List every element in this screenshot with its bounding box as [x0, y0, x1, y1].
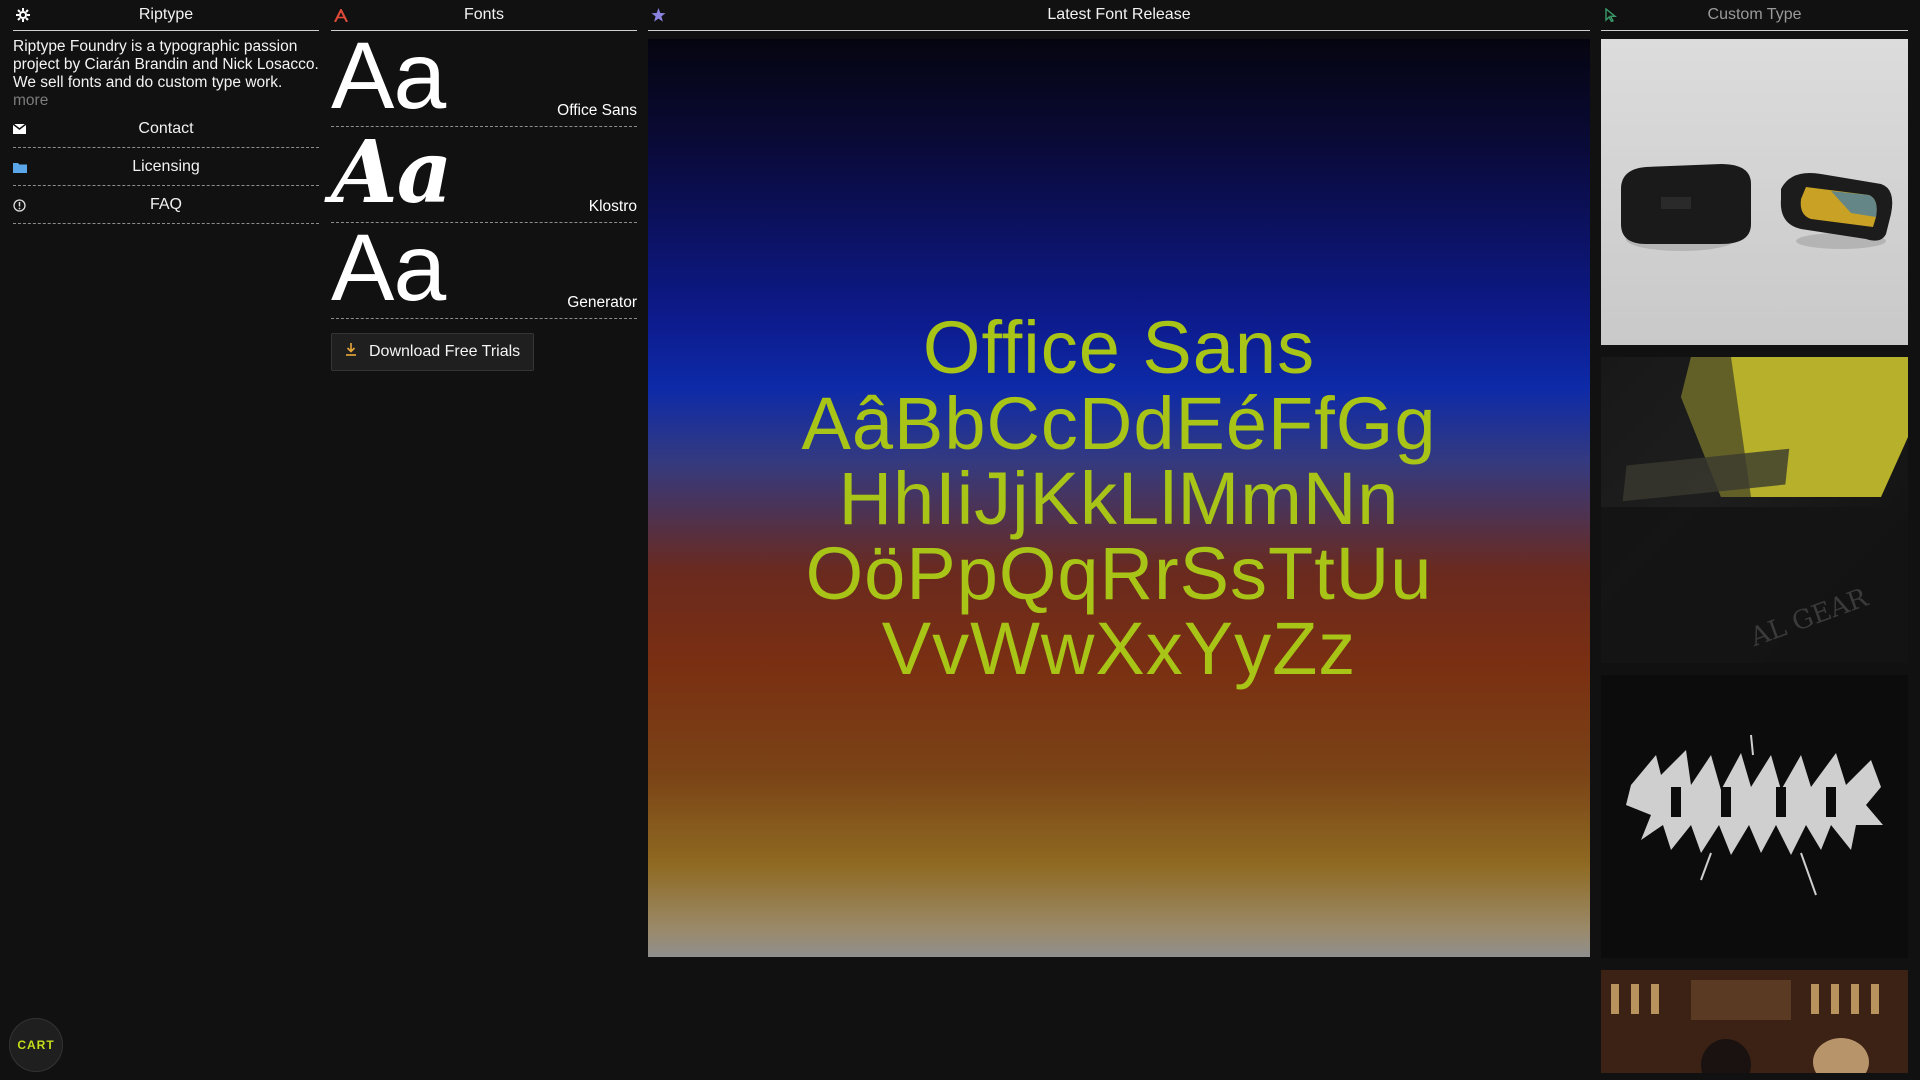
specimen-line: VvWwXxYyZz — [881, 607, 1357, 690]
nav-faq[interactable]: FAQ — [13, 186, 319, 224]
gear-icon — [15, 7, 31, 23]
font-name: Klostro — [588, 198, 637, 215]
custom-work-label-image[interactable]: AL GEAR — [1601, 357, 1908, 663]
mail-icon — [13, 123, 27, 135]
download-label: Download Free Trials — [369, 343, 521, 360]
folder-icon — [13, 161, 27, 173]
venue-photo-illustration — [1601, 970, 1908, 1073]
custom-work-logo-image[interactable] — [1601, 675, 1908, 958]
custom-type-column: Custom Type AL GEAR — [1601, 0, 1908, 1073]
latest-release-specimen[interactable]: Office Sans AâBbCcDdEéFfGg HhIiJjKkLlMmN… — [648, 39, 1590, 957]
font-item-klostro[interactable]: Aa Klostro — [331, 122, 637, 223]
custom-header: Custom Type — [1601, 0, 1908, 31]
brand-title: Riptype — [138, 6, 194, 23]
specimen-line: AâBbCcDdEéFfGg — [801, 382, 1437, 465]
latest-release-column: Latest Font Release Office Sans AâBbCcDd… — [648, 0, 1590, 957]
cart-label: CART — [17, 1038, 55, 1052]
font-glyph-preview: Aa — [331, 215, 446, 321]
goggle-case-illustration — [1621, 164, 1893, 251]
cart-button[interactable]: CART — [9, 1018, 63, 1072]
font-item-office-sans[interactable]: Aa Office Sans — [331, 23, 637, 129]
cursor-icon — [1603, 7, 1619, 23]
font-glyph-preview: Aa — [331, 122, 452, 223]
star-icon — [650, 7, 666, 23]
download-free-trials-button[interactable]: Download Free Trials — [331, 333, 535, 371]
latest-header: Latest Font Release — [648, 0, 1590, 31]
more-link[interactable]: more — [13, 92, 48, 109]
nav-licensing-label: Licensing — [132, 157, 200, 175]
info-icon — [13, 198, 27, 212]
nav-contact[interactable]: Contact — [13, 110, 319, 148]
latest-title: Latest Font Release — [1047, 6, 1191, 23]
about-body: Riptype Foundry is a typographic passion… — [13, 38, 319, 91]
nav-licensing[interactable]: Licensing — [13, 148, 319, 186]
font-item-generator[interactable]: Aa Generator — [331, 215, 637, 321]
font-name: Generator — [567, 294, 637, 311]
about-text: Riptype Foundry is a typographic passion… — [13, 38, 319, 110]
label-photo-illustration: AL GEAR — [1601, 357, 1908, 663]
nav-faq-label: FAQ — [149, 195, 182, 213]
font-name: Office Sans — [557, 102, 637, 119]
spiky-logo-illustration — [1626, 734, 1883, 896]
specimen-line: OöPpQqRrSsTtUu — [805, 532, 1433, 615]
fonts-column: Fonts Aa Office Sans Aa Klostro Aa Gener… — [331, 0, 637, 371]
custom-work-goggle-case-image[interactable] — [1601, 39, 1908, 345]
specimen-line: HhIiJjKkLlMmNn — [838, 457, 1400, 540]
custom-title: Custom Type — [1707, 6, 1802, 23]
custom-work-venue-image[interactable] — [1601, 970, 1908, 1073]
font-glyph-preview: Aa — [331, 23, 446, 129]
brand-header[interactable]: Riptype — [13, 0, 319, 31]
specimen-title: Office Sans — [922, 306, 1316, 389]
download-icon — [345, 343, 357, 361]
letter-a-icon — [333, 7, 349, 23]
info-column: Riptype Riptype Foundry is a typographic… — [13, 0, 319, 224]
nav-contact-label: Contact — [138, 119, 194, 137]
fonts-title: Fonts — [463, 6, 504, 23]
